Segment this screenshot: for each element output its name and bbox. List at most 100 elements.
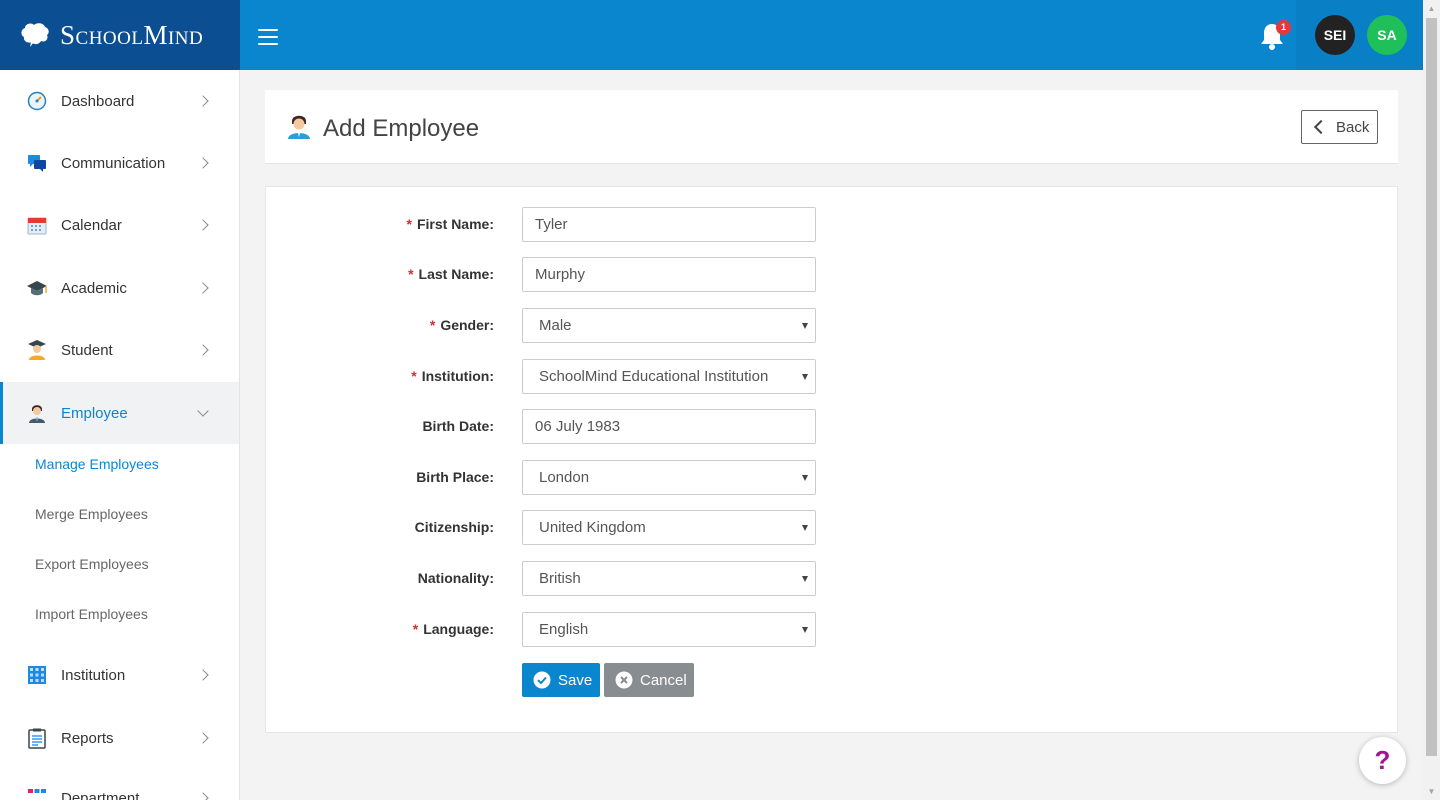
page-header: Add Employee Back [265, 90, 1398, 164]
select-value: British [539, 570, 581, 587]
chevron-right-icon [197, 157, 209, 169]
first-name-input[interactable]: Tyler [522, 207, 816, 242]
cancel-button[interactable]: Cancel [604, 663, 694, 697]
form-row-last-name: * Last Name: Murphy [266, 257, 1399, 293]
hamburger-line [258, 43, 278, 45]
org-chart-icon [26, 787, 48, 800]
sidebar-item-institution[interactable]: Institution [0, 644, 239, 706]
sidebar-subitem-merge-employees[interactable]: Merge Employees [35, 506, 148, 522]
sidebar-item-academic[interactable]: Academic [0, 257, 239, 319]
scroll-up-arrow-icon[interactable]: ▲ [1423, 0, 1440, 17]
clipboard-icon [26, 727, 48, 749]
required-marker: * [411, 368, 417, 384]
scrollbar-thumb[interactable] [1426, 18, 1437, 756]
calendar-icon [26, 214, 48, 236]
back-button-label: Back [1336, 118, 1370, 136]
sidebar-item-communication[interactable]: Communication [0, 132, 239, 194]
select-value: Male [539, 317, 572, 334]
caret-down-icon [802, 475, 808, 481]
caret-down-icon [802, 323, 808, 329]
menu-toggle-button[interactable] [258, 29, 278, 45]
scroll-down-arrow-icon[interactable]: ▼ [1423, 783, 1440, 800]
cancel-button-label: Cancel [640, 671, 687, 689]
sidebar-subitem-manage-employees[interactable]: Manage Employees [35, 456, 159, 472]
sidebar-item-label: Student [61, 341, 113, 359]
field-label: * Institution: [411, 368, 494, 384]
field-label: Birth Place: [416, 469, 494, 485]
student-icon [26, 339, 48, 361]
building-grid-icon [26, 664, 48, 686]
sidebar-item-label: Communication [61, 154, 166, 172]
sidebar-item-reports[interactable]: Reports [0, 707, 239, 769]
form-row-first-name: * First Name: Tyler [266, 207, 1399, 243]
sidebar-item-label: Department [61, 789, 140, 800]
form-row-language: * Language: English [266, 612, 1399, 648]
nationality-select[interactable]: British [522, 561, 816, 596]
sidebar-item-dashboard[interactable]: Dashboard [0, 70, 239, 132]
required-marker: * [429, 317, 436, 333]
chevron-left-icon [1313, 119, 1329, 135]
employee-form: * First Name: Tyler * Last Name: Murphy * G… [265, 186, 1398, 733]
sidebar: Dashboard Communication Calendar Academi… [0, 70, 240, 800]
gender-select[interactable]: Male [522, 308, 816, 343]
brand-name: SchoolMind [60, 19, 204, 50]
sidebar-item-label: Reports [61, 729, 114, 747]
sidebar-subitem-import-employees[interactable]: Import Employees [35, 606, 148, 622]
caret-down-icon [802, 627, 808, 633]
institution-select[interactable]: SchoolMind Educational Institution [522, 359, 816, 394]
field-label: * Last Name: [408, 266, 494, 282]
chevron-right-icon [197, 732, 209, 744]
select-value: English [539, 621, 589, 638]
sidebar-item-label: Calendar [61, 216, 122, 234]
sidebar-item-label: Institution [61, 666, 126, 684]
hamburger-line [258, 29, 278, 31]
sidebar-item-label: Dashboard [61, 92, 135, 110]
check-circle-icon [533, 671, 551, 689]
sidebar-item-student[interactable]: Student [0, 319, 239, 381]
form-row-institution: * Institution: SchoolMind Educational Ins… [266, 359, 1399, 395]
birth-place-select[interactable]: London [522, 460, 816, 495]
select-value: SchoolMind Educational Institution [539, 368, 769, 385]
chevron-right-icon [197, 792, 209, 800]
chevron-right-icon [197, 95, 209, 107]
caret-down-icon [802, 374, 808, 380]
hamburger-line [258, 36, 278, 38]
form-row-gender: * Gender: Male [266, 308, 1399, 344]
caret-down-icon [802, 576, 808, 582]
field-label: Nationality: [417, 570, 494, 586]
select-value: United Kingdom [539, 519, 646, 536]
employee-icon [288, 115, 310, 139]
field-label: * Language: [412, 621, 494, 637]
form-row-citizenship: Citizenship: United Kingdom [266, 510, 1399, 546]
form-row-nationality: Nationality: British [266, 561, 1399, 597]
avatar-sei[interactable]: SEI [1315, 15, 1355, 55]
select-value: London [539, 469, 590, 486]
sidebar-subitem-export-employees[interactable]: Export Employees [35, 556, 149, 572]
sidebar-item-department[interactable]: Department [0, 767, 239, 800]
chat-icon [26, 152, 48, 174]
chevron-right-icon [197, 282, 209, 294]
page-scrollbar[interactable]: ▲ ▼ [1423, 0, 1440, 800]
sidebar-item-calendar[interactable]: Calendar [0, 194, 239, 256]
save-button-label: Save [558, 671, 593, 689]
form-row-birth-date: Birth Date: 06 July 1983 [266, 409, 1399, 445]
field-label: Birth Date: [422, 418, 494, 434]
save-button[interactable]: Save [522, 663, 600, 697]
help-button[interactable]: ? [1359, 737, 1406, 784]
dashboard-icon [26, 90, 48, 112]
form-row-birth-place: Birth Place: London [266, 460, 1399, 496]
last-name-input[interactable]: Murphy [522, 257, 816, 292]
required-marker: * [412, 621, 419, 637]
chevron-right-icon [197, 344, 209, 356]
notification-count-badge: 1 [1276, 20, 1291, 35]
citizenship-select[interactable]: United Kingdom [522, 510, 816, 545]
required-marker: * [406, 216, 412, 232]
back-button[interactable]: Back [1301, 110, 1378, 144]
required-marker: * [408, 266, 414, 282]
avatar-sa[interactable]: SA [1367, 15, 1407, 55]
sidebar-item-employee[interactable]: Employee [0, 382, 239, 444]
language-select[interactable]: English [522, 612, 816, 647]
birth-date-input[interactable]: 06 July 1983 [522, 409, 816, 444]
brand-logo[interactable]: SchoolMind [0, 0, 240, 70]
sidebar-item-label: Academic [61, 279, 127, 297]
